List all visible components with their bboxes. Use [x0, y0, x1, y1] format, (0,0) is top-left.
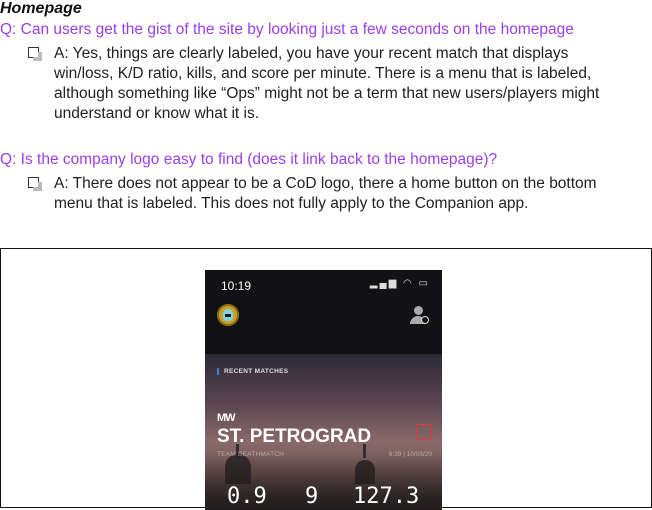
mw-logo: MW	[217, 412, 236, 424]
stat-kd-ratio: 0.9	[227, 484, 267, 509]
highlight-box	[416, 424, 431, 440]
status-time: 10:19	[221, 279, 252, 293]
checkbox-icon[interactable]	[28, 177, 42, 191]
answer-1-line-2: win/loss, K/D ratio, kills, and score pe…	[54, 65, 592, 82]
checkbox-icon[interactable]	[28, 47, 42, 61]
answer-2: A: There does not appear to be a CoD log…	[28, 174, 628, 214]
game-mode: TEAM DEATHMATCH	[217, 451, 285, 458]
stat-score-per-minute: 127.3	[353, 484, 420, 509]
signal-wifi-battery-icon: ▂▄▆ ◠ ▭	[369, 278, 430, 289]
status-bar: 10:19 ▂▄▆ ◠ ▭	[205, 270, 442, 300]
question-2: Q: Is the company logo easy to find (doe…	[0, 151, 498, 168]
profile-search-icon[interactable]	[410, 306, 429, 326]
map-name: ST. PETROGRAD	[217, 426, 372, 447]
answer-1-line-4: understand or know what it is.	[54, 105, 260, 122]
answer-1: A: Yes, things are clearly labeled, you …	[28, 44, 628, 124]
answer-2-line-2: menu that is labeled. This does not full…	[54, 195, 529, 212]
match-time-date: 6:39 | 10/03/20	[388, 451, 432, 458]
answer-1-line-1: A: Yes, things are clearly labeled, you …	[54, 45, 569, 62]
question-1: Q: Can users get the gist of the site by…	[0, 21, 574, 38]
section-heading: Homepage	[0, 0, 82, 17]
match-stats: 0.9 9 127.3	[205, 484, 442, 510]
recent-matches-label: RECENT MATCHES	[217, 368, 288, 375]
top-bar	[205, 304, 442, 344]
answer-1-line-3: although something like “Ops” might not …	[54, 85, 600, 102]
phone-screenshot: 10:19 ▂▄▆ ◠ ▭ RECENT MATCHES MW ST. PETR…	[205, 270, 442, 510]
stat-kills: 9	[305, 484, 319, 509]
recent-match-card[interactable]: RECENT MATCHES MW ST. PETROGRAD TEAM DEA…	[205, 354, 442, 510]
answer-2-line-1: A: There does not appear to be a CoD log…	[54, 175, 597, 192]
avatar-icon[interactable]	[217, 304, 239, 326]
